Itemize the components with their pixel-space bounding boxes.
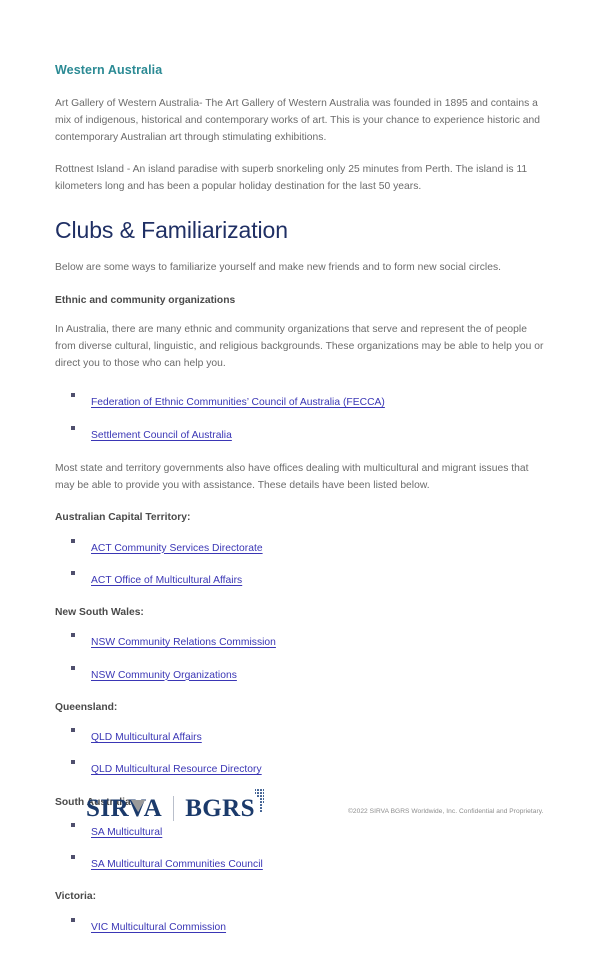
square-bullet-icon [71,728,75,733]
bgrs-dot-matrix-icon [254,789,267,815]
list-item: SA Multicultural Communities Council [55,851,547,874]
paragraph-art-gallery: Art Gallery of Western Australia- The Ar… [55,98,540,143]
copyright-notice: ©2022 SIRVA BGRS Worldwide, Inc. Confide… [348,808,544,815]
link-sa-multicultural-communities-council[interactable]: SA Multicultural Communities Council [91,859,263,870]
bgrs-logo-text: BGRS [185,795,255,822]
link-fecca[interactable]: Federation of Ethnic Communities’ Counci… [91,397,385,408]
sirva-bgrs-logo: SIRVA BGRS [86,789,265,822]
sirva-logo-text: SIRVA [86,795,163,822]
list-item: ACT Community Services Directorate [55,535,547,558]
list-item: QLD Multicultural Affairs [55,724,547,747]
state-links-vic: VIC Multicultural Commission [55,914,547,937]
state-heading-act: Australian Capital Territory: [55,512,191,524]
square-bullet-icon [71,425,75,430]
page-title: Clubs & Familiarization [55,216,288,243]
paragraph-intro: Below are some ways to familiarize yours… [55,262,502,274]
list-item: QLD Multicultural Resource Directory [55,756,547,779]
state-group-vic: Victoria: VIC Multicultural Commission [55,890,547,937]
link-qld-multicultural-affairs[interactable]: QLD Multicultural Affairs [91,732,202,743]
page-footer: SIRVA BGRS ©2022 SIRVA BGRS Worldwide, I… [0,788,600,849]
paragraph-rottnest-island: Rottnest Island - An island paradise wit… [55,164,528,192]
state-group-nsw: New South Wales: NSW Community Relations… [55,606,547,685]
list-item: ACT Office of Multicultural Affairs [55,567,547,590]
section-heading-western-australia: Western Australia [55,63,163,77]
sirva-wordmark: SIRVA [86,796,162,821]
square-bullet-icon [71,855,75,860]
link-vic-multicultural-commission[interactable]: VIC Multicultural Commission [91,922,226,933]
list-item: VIC Multicultural Commission [55,914,547,937]
link-settlement-council[interactable]: Settlement Council of Australia [91,430,232,441]
list-item: NSW Community Relations Commission [55,629,547,652]
link-nsw-community-relations-commission[interactable]: NSW Community Relations Commission [91,637,276,648]
state-heading-qld: Queensland: [55,701,118,713]
link-nsw-community-organizations[interactable]: NSW Community Organizations [91,670,237,681]
square-bullet-icon [71,393,75,398]
state-heading-vic: Victoria: [55,891,97,903]
document-page: Western Australia Art Gallery of Western… [0,0,600,933]
state-links-nsw: NSW Community Relations Commission NSW C… [55,629,547,684]
paragraph-ethnic-organizations: In Australia, there are many ethnic and … [55,324,544,369]
logo-divider [173,796,175,821]
subheading-ethnic-community-organizations: Ethnic and community organizations [55,295,236,307]
state-links-act: ACT Community Services Directorate ACT O… [55,535,547,590]
state-links-qld: QLD Multicultural Affairs QLD Multicultu… [55,724,547,779]
bgrs-wordmark: BGRS [185,789,265,822]
link-act-office-multicultural-affairs[interactable]: ACT Office of Multicultural Affairs [91,575,242,586]
square-bullet-icon [71,570,75,575]
list-item: NSW Community Organizations [55,662,547,685]
national-links-list: Federation of Ethnic Communities’ Counci… [55,389,547,444]
square-bullet-icon [71,538,75,543]
sirva-triangle-icon [130,799,145,812]
list-item: Federation of Ethnic Communities’ Counci… [55,389,547,412]
square-bullet-icon [71,917,75,922]
link-qld-multicultural-resource-directory[interactable]: QLD Multicultural Resource Directory [91,764,262,775]
link-act-community-services-directorate[interactable]: ACT Community Services Directorate [91,543,263,554]
state-heading-nsw: New South Wales: [55,606,144,618]
square-bullet-icon [71,760,75,765]
state-group-act: Australian Capital Territory: ACT Commun… [55,511,547,590]
state-group-qld: Queensland: QLD Multicultural Affairs QL… [55,701,547,780]
square-bullet-icon [71,665,75,670]
paragraph-state-governments: Most state and territory governments als… [55,462,529,491]
list-item: Settlement Council of Australia [55,422,547,445]
square-bullet-icon [71,633,75,638]
